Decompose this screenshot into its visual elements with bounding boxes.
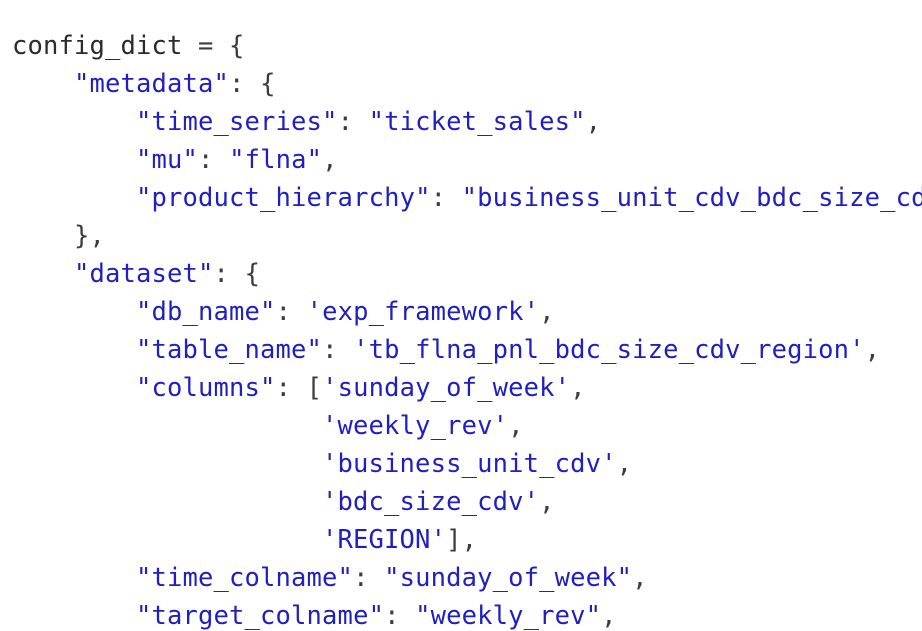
code-line-1: config_dict = { [12, 27, 245, 65]
variable-name: config_dict [12, 31, 183, 61]
colon: : [353, 563, 385, 593]
comma: , [570, 373, 586, 403]
comma: , [539, 487, 555, 517]
mu-value: "flna" [229, 145, 323, 175]
time-colname-value: "sunday_of_week" [384, 563, 633, 593]
code-line-4: "mu": "flna", [12, 141, 338, 179]
comma: , [864, 335, 881, 365]
time-colname-key: "time_colname" [136, 563, 354, 593]
comma: , [539, 297, 555, 327]
dataset-key: "dataset" [74, 259, 214, 289]
colon: : [213, 259, 245, 289]
assign-operator: = [182, 31, 230, 61]
colon: : [275, 373, 307, 403]
time-series-key: "time_series" [136, 107, 338, 137]
code-line-16: "target_colname": "weekly_rev", [12, 597, 617, 631]
open-brace: { [244, 259, 261, 289]
colon: : [384, 601, 416, 631]
column-item: 'business_unit_cdv' [322, 449, 617, 479]
db-name-key: "db_name" [136, 297, 276, 327]
code-line-13: 'bdc_size_cdv', [12, 483, 555, 521]
close-brace: }, [74, 221, 106, 251]
table-name-value: 'tb_flna_pnl_bdc_size_cdv_region' [353, 335, 865, 365]
code-line-10: "columns": ['sunday_of_week', [12, 369, 586, 407]
code-line-7: "dataset": { [12, 255, 260, 293]
open-brace: { [260, 69, 276, 99]
open-brace: { [229, 31, 245, 61]
code-line-2: "metadata": { [12, 65, 276, 103]
db-name-value: 'exp_framework' [306, 297, 540, 327]
code-line-6: }, [12, 217, 105, 255]
comma: , [601, 601, 617, 631]
list-open-bracket: [ [306, 373, 323, 403]
mu-key: "mu" [136, 145, 199, 175]
target-colname-key: "target_colname" [136, 601, 385, 631]
code-line-3: "time_series": "ticket_sales", [12, 103, 601, 141]
code-line-15: "time_colname": "sunday_of_week", [12, 559, 648, 597]
metadata-key: "metadata" [74, 69, 230, 99]
colon: : [322, 335, 354, 365]
comma: , [632, 563, 648, 593]
comma: , [508, 411, 524, 441]
code-line-14: 'REGION'], [12, 521, 477, 559]
column-item: 'bdc_size_cdv' [322, 487, 540, 517]
column-item: 'weekly_rev' [322, 411, 509, 441]
code-line-8: "db_name": 'exp_framework', [12, 293, 555, 331]
colon: : [275, 297, 307, 327]
comma: , [322, 145, 338, 175]
code-line-5: "product_hierarchy": "business_unit_cdv_… [12, 179, 922, 217]
code-line-11: 'weekly_rev', [12, 407, 524, 445]
code-line-12: 'business_unit_cdv', [12, 445, 632, 483]
target-colname-value: "weekly_rev" [415, 601, 602, 631]
column-item: 'REGION' [322, 525, 447, 555]
comma: , [585, 107, 602, 137]
colon: : [337, 107, 369, 137]
comma: , [616, 449, 633, 479]
product-hierarchy-value: "business_unit_cdv_bdc_size_cdv_region" [461, 183, 922, 213]
column-item: 'sunday_of_week' [322, 373, 571, 403]
columns-key: "columns" [136, 373, 276, 403]
colon: : [198, 145, 230, 175]
list-close-bracket: ], [446, 525, 478, 555]
code-block: config_dict = { "metadata": { "time_seri… [0, 0, 922, 631]
colon: : [229, 69, 261, 99]
code-line-9: "table_name": 'tb_flna_pnl_bdc_size_cdv_… [12, 331, 880, 369]
colon: : [430, 183, 462, 213]
time-series-value: "ticket_sales" [368, 107, 586, 137]
product-hierarchy-key: "product_hierarchy" [136, 183, 431, 213]
table-name-key: "table_name" [136, 335, 323, 365]
